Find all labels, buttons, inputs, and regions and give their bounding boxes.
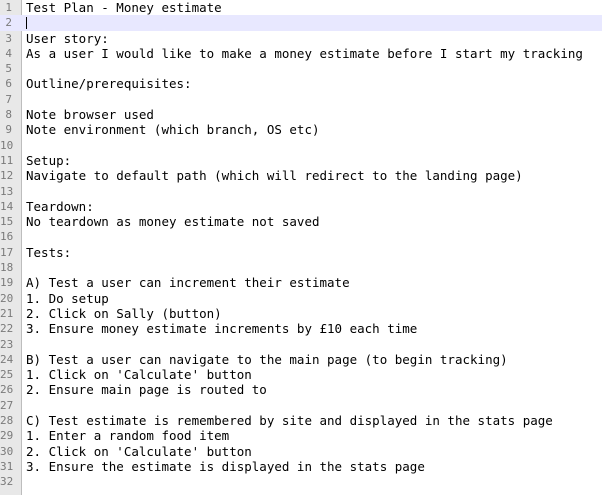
line-number: 16 bbox=[0, 230, 14, 244]
editor-line[interactable]: 32 bbox=[0, 474, 602, 489]
line-text[interactable]: Teardown: bbox=[26, 199, 94, 214]
line-text[interactable]: C) Test estimate is remembered by site a… bbox=[26, 413, 553, 428]
line-number: 4 bbox=[5, 46, 12, 60]
line-number: 11 bbox=[0, 153, 14, 167]
line-number: 9 bbox=[5, 123, 12, 137]
line-number: 18 bbox=[0, 261, 14, 275]
editor-line[interactable]: 18 bbox=[0, 260, 602, 275]
editor-line[interactable]: 10 bbox=[0, 138, 602, 153]
editor-line[interactable]: 9 Note environment (which branch, OS etc) bbox=[0, 122, 602, 137]
editor-line[interactable]: 25 1. Click on 'Calculate' button bbox=[0, 367, 602, 382]
line-text[interactable]: 1. Enter a random food item bbox=[26, 428, 229, 443]
editor-line[interactable]: 29 1. Enter a random food item bbox=[0, 428, 602, 443]
line-number: 12 bbox=[0, 169, 14, 183]
line-number: 7 bbox=[5, 92, 12, 106]
line-number: 13 bbox=[0, 184, 14, 198]
line-number: 27 bbox=[0, 398, 14, 412]
editor-line[interactable]: 16 bbox=[0, 229, 602, 244]
editor-line[interactable]: 13 bbox=[0, 184, 602, 199]
editor-line[interactable]: 12 Navigate to default path (which will r… bbox=[0, 168, 602, 183]
line-number: 28 bbox=[0, 414, 14, 428]
line-text[interactable]: Tests: bbox=[26, 245, 71, 260]
editor-line[interactable]: 7 bbox=[0, 92, 602, 107]
editor-line[interactable]: 30 2. Click on 'Calculate' button bbox=[0, 444, 602, 459]
line-number: 25 bbox=[0, 368, 14, 382]
editor-line[interactable]: 2 bbox=[0, 15, 602, 31]
editor-line[interactable]: 28 C) Test estimate is remembered by site… bbox=[0, 413, 602, 428]
editor-line[interactable]: 5 bbox=[0, 61, 602, 76]
line-number: 23 bbox=[0, 337, 14, 351]
line-number: 20 bbox=[0, 291, 14, 305]
line-number: 32 bbox=[0, 475, 14, 489]
line-number: 5 bbox=[5, 62, 12, 76]
line-number: 3 bbox=[5, 31, 12, 45]
editor-line[interactable]: 23 bbox=[0, 337, 602, 352]
line-text[interactable]: A) Test a user can increment their estim… bbox=[26, 275, 350, 290]
line-number: 14 bbox=[0, 199, 14, 213]
editor-line[interactable]: 19 A) Test a user can increment their est… bbox=[0, 275, 602, 290]
line-number: 17 bbox=[0, 245, 14, 259]
editor-lines[interactable]: 1 Test Plan - Money estimate 2 3 User story:… bbox=[0, 0, 602, 490]
line-number: 21 bbox=[0, 306, 14, 320]
editor-line[interactable]: 4 As a user I would like to make a money … bbox=[0, 46, 602, 61]
line-number: 1 bbox=[5, 1, 12, 14]
line-text[interactable]: Note environment (which branch, OS etc) bbox=[26, 122, 320, 137]
line-number: 6 bbox=[5, 77, 12, 91]
line-number: 15 bbox=[0, 215, 14, 229]
editor-line[interactable]: 15 No teardown as money estimate not save… bbox=[0, 214, 602, 229]
line-number: 10 bbox=[0, 138, 14, 152]
line-number: 19 bbox=[0, 276, 14, 290]
editor-line[interactable]: 14 Teardown: bbox=[0, 199, 602, 214]
editor-line[interactable]: 20 1. Do setup bbox=[0, 291, 602, 306]
editor-line[interactable]: 8 Note browser used bbox=[0, 107, 602, 122]
line-text[interactable]: 3. Ensure money estimate increments by £… bbox=[26, 321, 417, 336]
line-text[interactable]: 2. Click on Sally (button) bbox=[26, 306, 222, 321]
editor-line[interactable]: 24 B) Test a user can navigate to the mai… bbox=[0, 352, 602, 367]
line-text[interactable]: Setup: bbox=[26, 153, 71, 168]
editor-line[interactable]: 31 3. Ensure the estimate is displayed in… bbox=[0, 459, 602, 474]
line-number: 22 bbox=[0, 322, 14, 336]
line-number: 24 bbox=[0, 352, 14, 366]
line-text[interactable]: No teardown as money estimate not saved bbox=[26, 214, 320, 229]
editor-line[interactable]: 26 2. Ensure main page is routed to bbox=[0, 382, 602, 397]
line-text[interactable]: 2. Click on 'Calculate' button bbox=[26, 444, 252, 459]
line-text[interactable]: Navigate to default path (which will red… bbox=[26, 168, 523, 183]
line-number: 2 bbox=[5, 16, 12, 30]
line-text[interactable]: Outline/prerequisites: bbox=[26, 76, 192, 91]
line-text[interactable]: B) Test a user can navigate to the main … bbox=[26, 352, 508, 367]
editor-line[interactable]: 3 User story: bbox=[0, 31, 602, 46]
line-text[interactable]: As a user I would like to make a money e… bbox=[26, 46, 583, 61]
editor-line[interactable]: 6 Outline/prerequisites: bbox=[0, 76, 602, 91]
line-text[interactable]: Test Plan - Money estimate bbox=[26, 0, 222, 15]
editor-line[interactable]: 27 bbox=[0, 398, 602, 413]
line-number: 29 bbox=[0, 429, 14, 443]
line-text[interactable]: 2. Ensure main page is routed to bbox=[26, 382, 267, 397]
line-text[interactable]: 3. Ensure the estimate is displayed in t… bbox=[26, 459, 425, 474]
line-text[interactable]: User story: bbox=[26, 31, 109, 46]
editor-line[interactable]: 21 2. Click on Sally (button) bbox=[0, 306, 602, 321]
text-caret bbox=[26, 17, 27, 30]
line-text[interactable]: Note browser used bbox=[26, 107, 154, 122]
line-text[interactable]: 1. Do setup bbox=[26, 291, 109, 306]
line-text[interactable]: 1. Click on 'Calculate' button bbox=[26, 367, 252, 382]
editor-line[interactable]: 17 Tests: bbox=[0, 245, 602, 260]
editor-line[interactable]: 11 Setup: bbox=[0, 153, 602, 168]
text-editor[interactable]: 1 Test Plan - Money estimate 2 3 User story:… bbox=[0, 0, 602, 495]
editor-line[interactable]: 22 3. Ensure money estimate increments by… bbox=[0, 321, 602, 336]
line-number: 30 bbox=[0, 444, 14, 458]
editor-line[interactable]: 1 Test Plan - Money estimate bbox=[0, 0, 602, 15]
line-number: 31 bbox=[0, 459, 14, 473]
line-number: 8 bbox=[5, 108, 12, 122]
line-number: 26 bbox=[0, 383, 14, 397]
